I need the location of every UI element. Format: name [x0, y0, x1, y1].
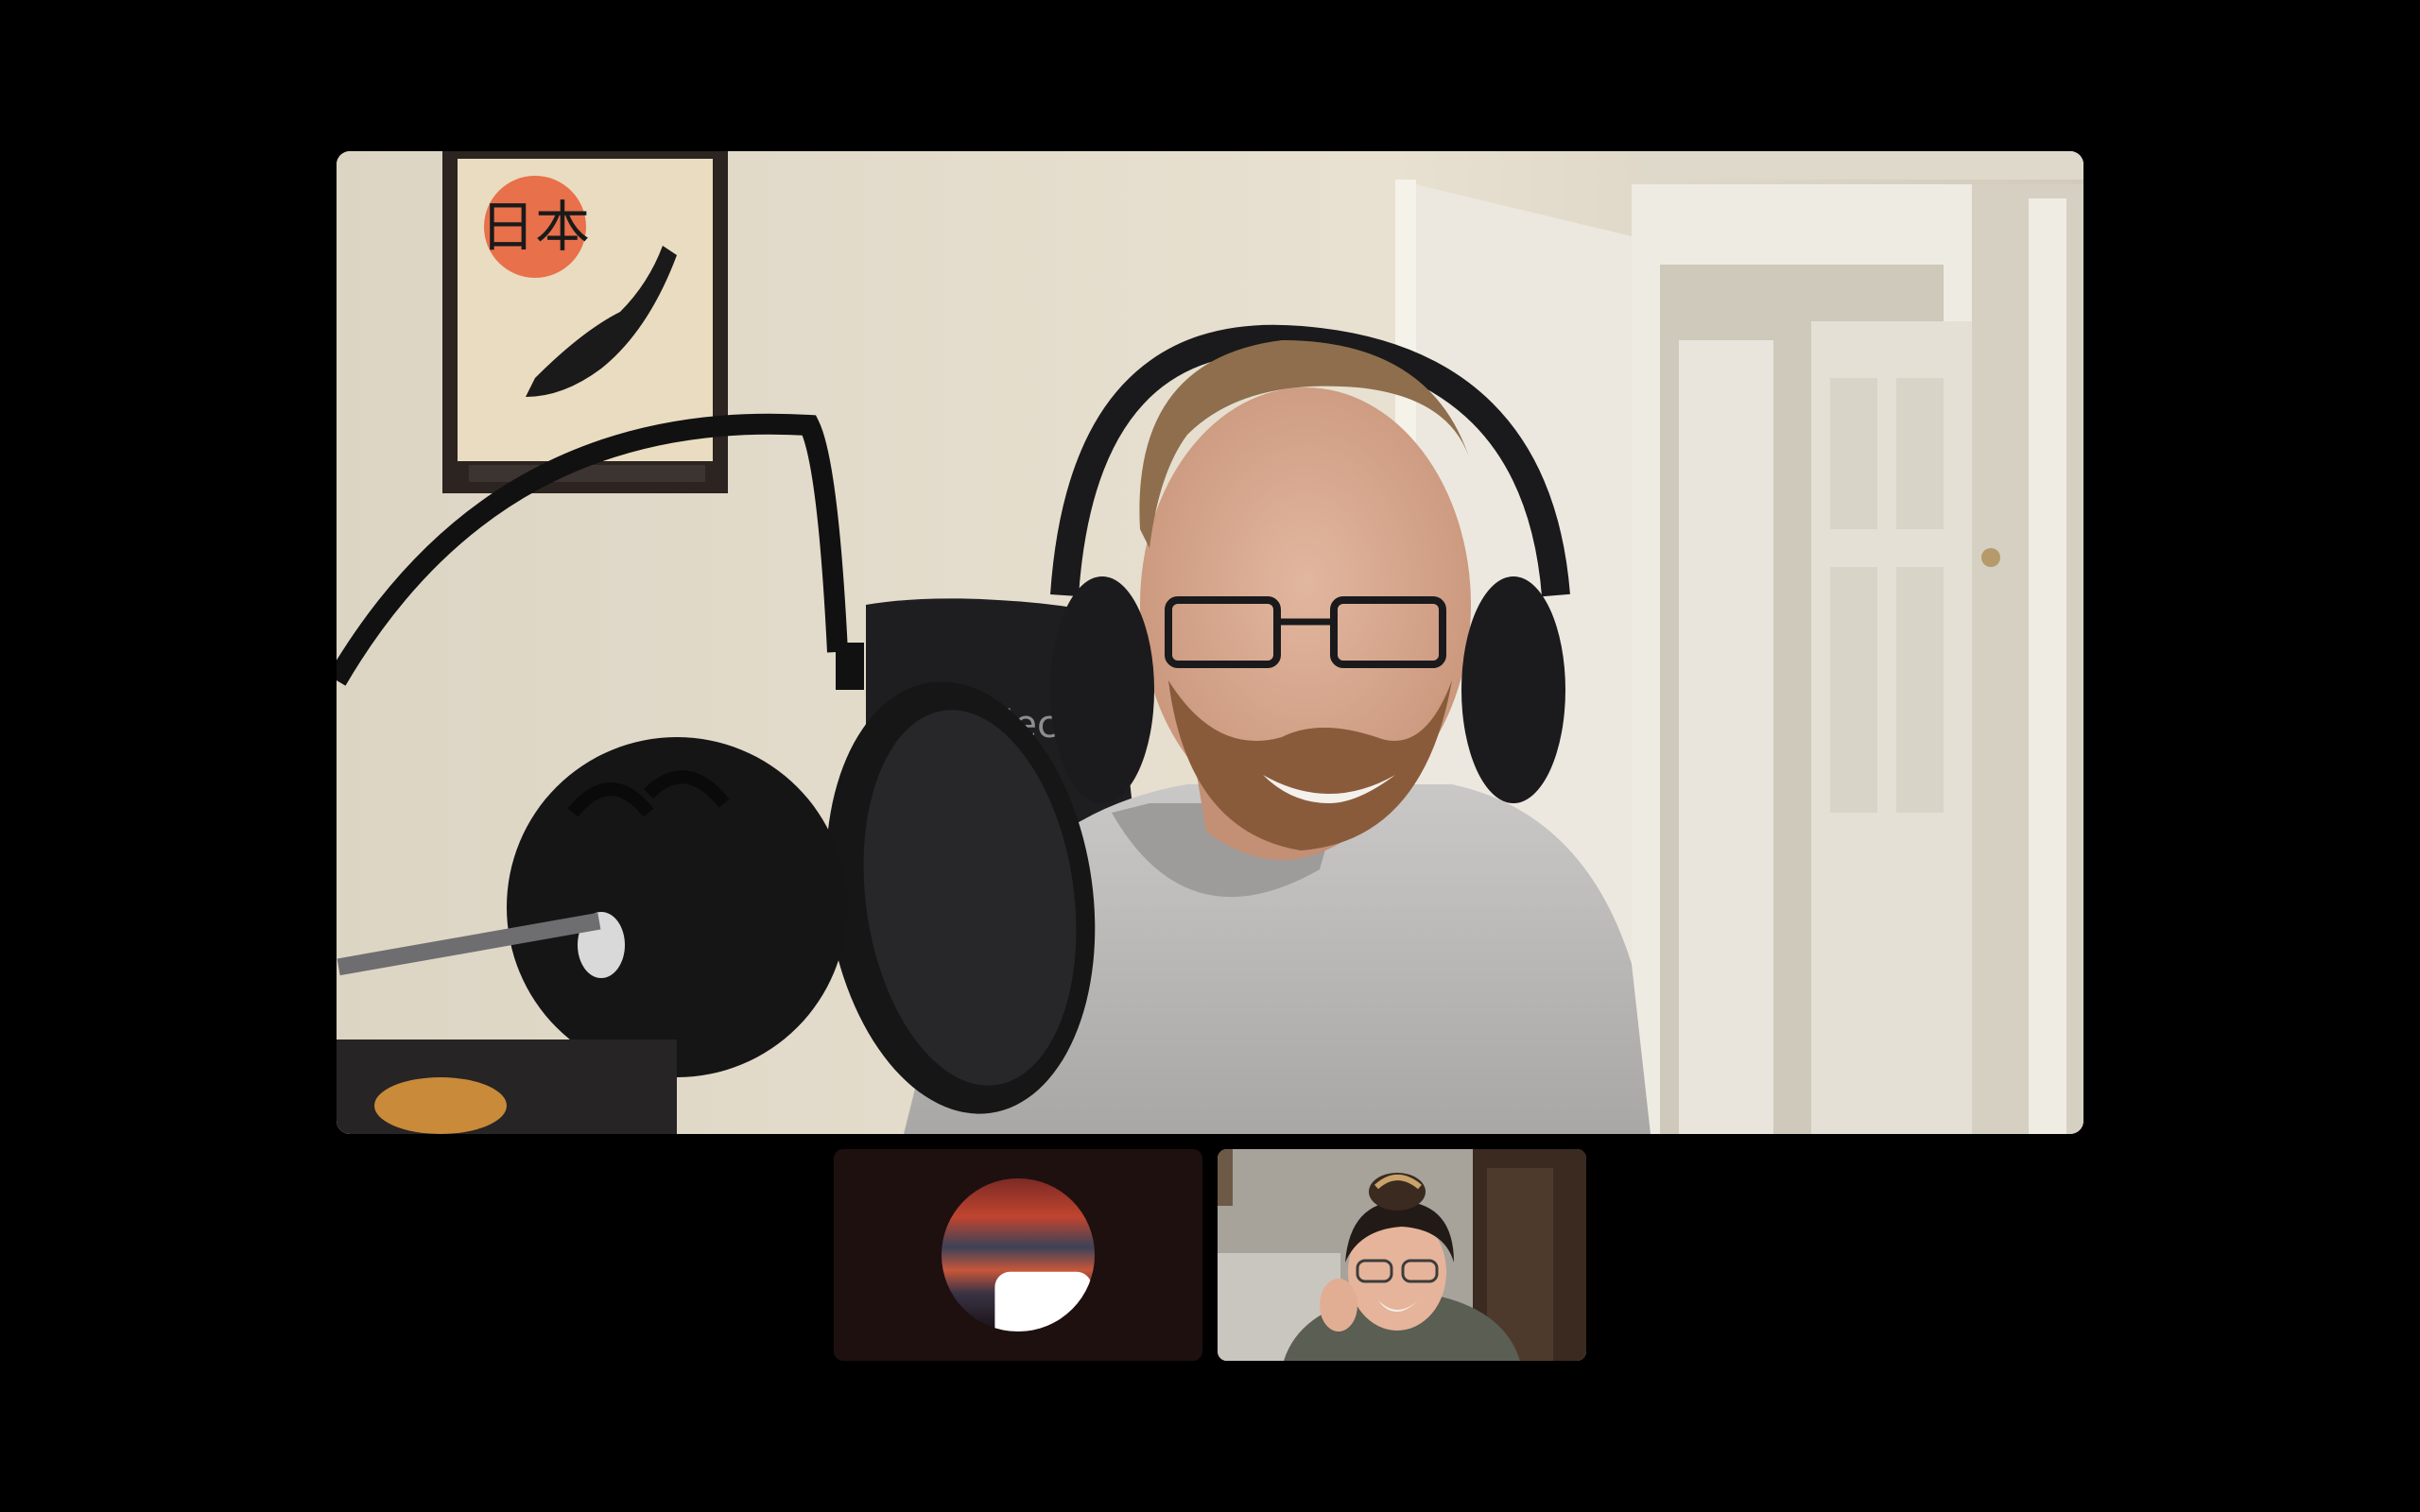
participant-video-frame — [1218, 1149, 1586, 1361]
self-avatar — [942, 1178, 1095, 1332]
main-video-frame: 日本 noblech — [337, 151, 2083, 1134]
participant-thumbnail[interactable] — [1218, 1149, 1586, 1361]
poster-text: 日本 — [480, 195, 590, 259]
wall-poster: 日本 — [442, 151, 728, 493]
self-view-thumbnail[interactable] — [834, 1149, 1202, 1361]
video-camera-icon — [994, 1271, 1092, 1332]
video-call-stage: 日本 noblech — [0, 0, 2420, 1512]
main-speaker-video[interactable]: 日本 noblech — [337, 151, 2083, 1134]
